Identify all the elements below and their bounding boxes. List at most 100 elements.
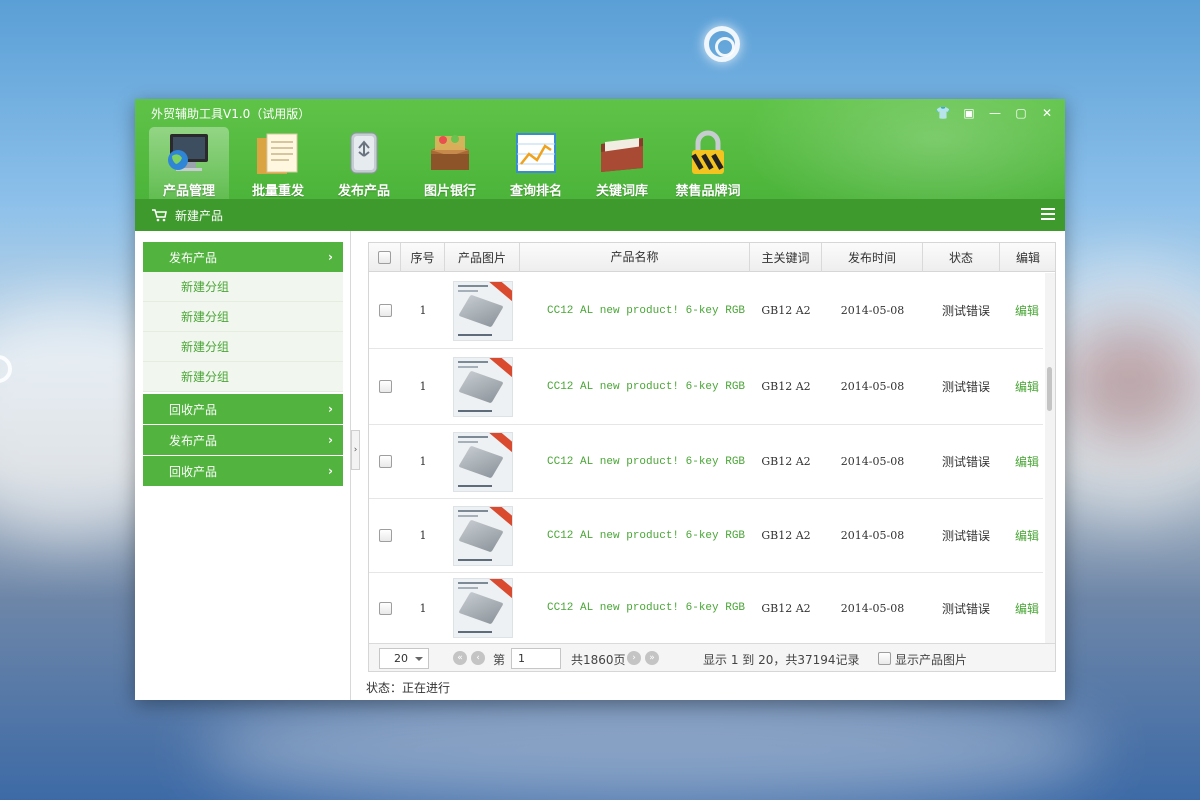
cart-icon bbox=[152, 209, 167, 222]
product-thumbnail[interactable] bbox=[452, 505, 513, 566]
minimize-icon[interactable]: — bbox=[983, 103, 1007, 123]
edit-link[interactable]: 编辑 bbox=[1003, 499, 1051, 572]
product-name[interactable]: CC12 AL new product! 6-key RGB bbox=[547, 349, 747, 424]
row-select-cell bbox=[369, 425, 401, 498]
page-number-input[interactable]: 1 bbox=[511, 648, 561, 669]
main-keyword: GB12 A2 bbox=[761, 529, 811, 542]
row-checkbox[interactable] bbox=[378, 304, 392, 317]
show-images-checkbox[interactable] bbox=[878, 652, 891, 665]
status-text: 测试错误 bbox=[941, 529, 990, 543]
title-bar: 外贸辅助工具V1.0（试用版） 👕 ▣ — ▢ ✕ 产品管理 批量重发 发布产品… bbox=[135, 99, 1065, 199]
header-cell: 发布时间 bbox=[822, 243, 923, 272]
product-thumbnail[interactable] bbox=[452, 578, 513, 638]
treasure-box-icon bbox=[424, 129, 476, 177]
first-page-icon[interactable]: « bbox=[453, 651, 467, 665]
product-image-cell bbox=[445, 499, 520, 572]
main-keyword: GB12 A2 bbox=[761, 601, 811, 615]
sidebar-item-new-group[interactable]: 新建分组 bbox=[143, 362, 343, 392]
publish-date: 2014-05-08 bbox=[840, 455, 905, 468]
nav-image-bank[interactable]: 图片银行 bbox=[407, 127, 493, 199]
product-name[interactable]: CC12 AL new product! 6-key RGB bbox=[547, 273, 747, 348]
chevron-right-icon: › bbox=[328, 433, 333, 447]
chevron-right-icon: › bbox=[328, 402, 333, 416]
row-index: 1 bbox=[419, 455, 427, 468]
row-select-cell bbox=[369, 349, 401, 424]
sidebar-group-recycle[interactable]: 回收产品 › bbox=[143, 394, 343, 424]
prev-page-icon[interactable]: ‹ bbox=[471, 651, 485, 665]
edit-link[interactable]: 编辑 bbox=[1003, 425, 1051, 498]
table-row: 1 CC12 AL new product! 6-key RGB GB12 A2… bbox=[369, 273, 1043, 349]
main-keyword: GB12 A2 bbox=[761, 304, 811, 317]
nav-banned-brand-words[interactable]: 禁售品牌词 bbox=[665, 127, 751, 199]
sidebar-item-new-group[interactable]: 新建分组 bbox=[143, 272, 343, 302]
header-cell: 产品名称 bbox=[520, 243, 750, 272]
row-checkbox[interactable] bbox=[378, 529, 392, 542]
row-checkbox[interactable] bbox=[378, 380, 392, 393]
row-index: 1 bbox=[419, 601, 427, 615]
select-all-checkbox[interactable] bbox=[378, 251, 391, 264]
sidebar-item-new-group[interactable]: 新建分组 bbox=[143, 302, 343, 332]
nav-query-ranking[interactable]: 查询排名 bbox=[493, 127, 579, 199]
maximize-icon[interactable]: ▢ bbox=[1009, 103, 1033, 123]
background-cloud bbox=[1060, 320, 1200, 440]
row-select-cell bbox=[369, 499, 401, 572]
product-thumbnail[interactable] bbox=[452, 356, 513, 417]
settings-menu-icon[interactable]: ▣ bbox=[957, 103, 981, 123]
sidebar-group-label: 回收产品 bbox=[169, 402, 218, 417]
publish-date: 2014-05-08 bbox=[840, 380, 905, 393]
product-image-cell bbox=[445, 349, 520, 424]
product-name[interactable]: CC12 AL new product! 6-key RGB bbox=[547, 499, 747, 572]
background-cloud bbox=[200, 690, 1100, 800]
product-name[interactable]: CC12 AL new product! 6-key RGB bbox=[547, 425, 747, 498]
nav-batch-resend[interactable]: 批量重发 bbox=[235, 127, 321, 199]
next-page-icon[interactable]: › bbox=[627, 651, 641, 665]
product-image-cell bbox=[445, 425, 520, 498]
row-index: 1 bbox=[419, 380, 427, 393]
product-thumbnail[interactable] bbox=[452, 280, 513, 341]
last-page-icon[interactable]: » bbox=[645, 651, 659, 665]
sidebar-group-label: 发布产品 bbox=[169, 250, 218, 265]
padlock-icon bbox=[682, 129, 734, 177]
row-checkbox[interactable] bbox=[378, 601, 392, 615]
sidebar-group-publish[interactable]: 发布产品 › bbox=[143, 425, 343, 455]
nav-label: 图片银行 bbox=[423, 184, 476, 199]
page-label: 第 bbox=[493, 653, 506, 667]
main-keyword: GB12 A2 bbox=[761, 380, 811, 393]
edit-link[interactable]: 编辑 bbox=[1003, 273, 1051, 348]
page-size-select[interactable]: 20 bbox=[379, 648, 429, 669]
header-cell: 编辑 bbox=[1015, 251, 1040, 265]
sidebar-collapse-toggle[interactable]: › bbox=[351, 430, 360, 470]
app-title: 外贸辅助工具V1.0（试用版） bbox=[151, 107, 311, 121]
row-checkbox[interactable] bbox=[378, 455, 392, 468]
edit-link[interactable]: 编辑 bbox=[1003, 573, 1051, 643]
usb-drive-icon bbox=[338, 129, 390, 177]
product-thumbnail[interactable] bbox=[452, 431, 513, 492]
scrollbar-thumb[interactable] bbox=[1047, 367, 1052, 411]
vertical-scrollbar[interactable] bbox=[1045, 273, 1055, 643]
chevron-right-icon: › bbox=[328, 464, 333, 478]
nav-keyword-library[interactable]: 关键词库 bbox=[579, 127, 665, 199]
line-chart-icon bbox=[510, 129, 562, 177]
table-row: 1 CC12 AL new product! 6-key RGB GB12 A2… bbox=[369, 499, 1043, 573]
product-name[interactable]: CC12 AL new product! 6-key RGB bbox=[547, 573, 747, 643]
record-summary: 显示 1 到 20，共37194记录 bbox=[703, 653, 860, 667]
hamburger-menu-icon[interactable] bbox=[1041, 208, 1055, 220]
nav-label: 发布产品 bbox=[337, 184, 390, 199]
edit-link[interactable]: 编辑 bbox=[1003, 349, 1051, 424]
skin-icon[interactable]: 👕 bbox=[931, 103, 955, 123]
nav-publish-product[interactable]: 发布产品 bbox=[321, 127, 407, 199]
nav-product-management[interactable]: 产品管理 bbox=[149, 127, 229, 199]
nav-label: 禁售品牌词 bbox=[675, 184, 741, 199]
close-icon[interactable]: ✕ bbox=[1035, 103, 1059, 123]
table-row: 1 CC12 AL new product! 6-key RGB GB12 A2… bbox=[369, 425, 1043, 499]
sidebar-group-label: 回收产品 bbox=[169, 464, 218, 479]
sidebar: 发布产品 › 新建分组 新建分组 新建分组 新建分组 回收产品 › 发布产品 ›… bbox=[135, 231, 351, 700]
sidebar-group-recycle[interactable]: 回收产品 › bbox=[143, 456, 343, 486]
breadcrumb: 新建产品 bbox=[175, 208, 224, 223]
sidebar-group-publish[interactable]: 发布产品 › bbox=[143, 242, 343, 272]
app-window: 外贸辅助工具V1.0（试用版） 👕 ▣ — ▢ ✕ 产品管理 批量重发 发布产品… bbox=[135, 99, 1065, 700]
product-table: 序号 产品图片 产品名称 主关键词 发布时间 状态 编辑 1 CC12 AL n… bbox=[368, 242, 1056, 672]
row-select-cell bbox=[369, 573, 401, 643]
sidebar-item-new-group[interactable]: 新建分组 bbox=[143, 332, 343, 362]
nav-label: 批量重发 bbox=[251, 184, 304, 199]
